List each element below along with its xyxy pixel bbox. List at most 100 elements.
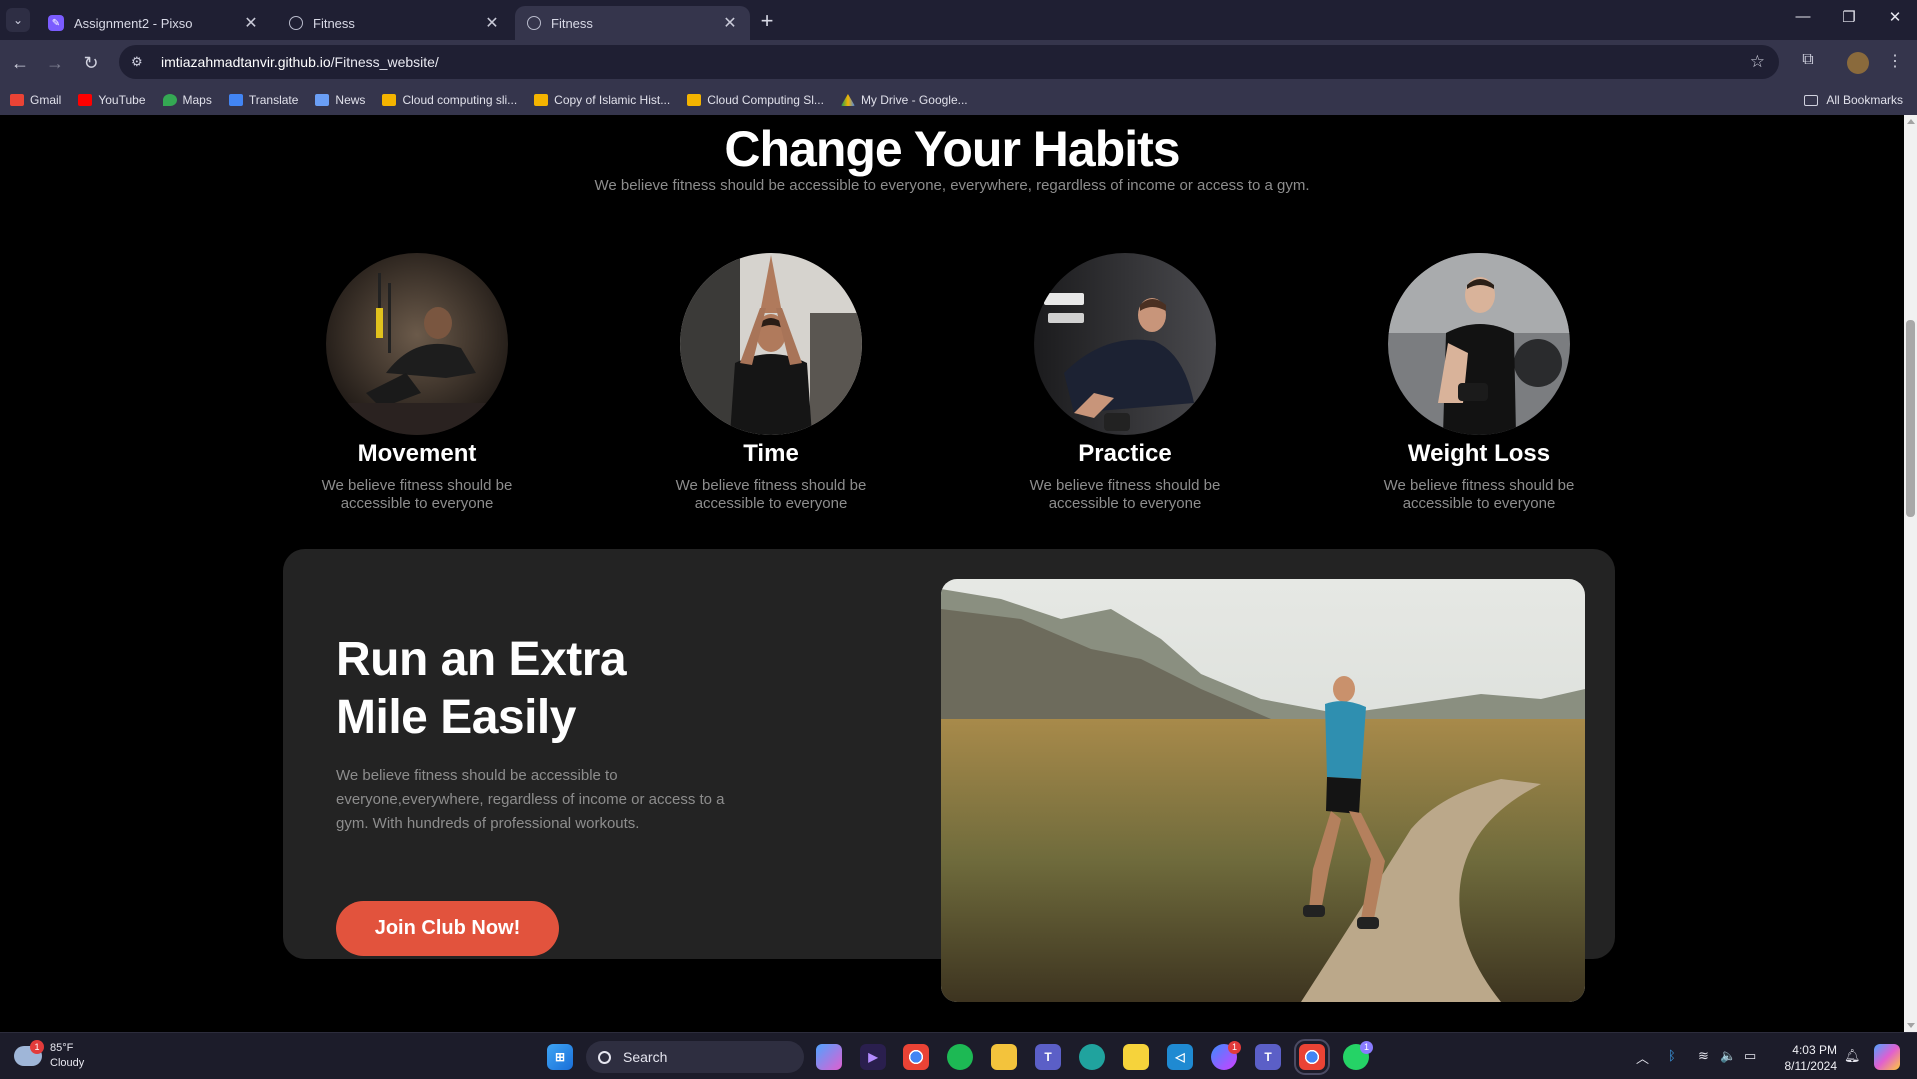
tab-fitness-active[interactable]: Fitness ✕: [515, 6, 750, 40]
url-text: imtiazahmadtanvir.github.io/Fitness_webs…: [161, 54, 439, 70]
chrome-active-icon[interactable]: [1294, 1039, 1330, 1075]
edge-icon[interactable]: [1079, 1044, 1105, 1070]
whatsapp-badge: 1: [1360, 1041, 1373, 1054]
tab-fitness[interactable]: Fitness ✕: [277, 6, 512, 40]
promo-card: Run an Extra Mile Easily We believe fitn…: [283, 549, 1615, 1002]
promo-title-line-2: Mile Easily: [336, 691, 576, 744]
feature-title: Time: [743, 440, 799, 467]
site-info-icon[interactable]: ⚙: [131, 54, 147, 70]
bookmark-star-icon[interactable]: ☆: [1750, 52, 1765, 72]
section-title: Change Your Habits: [724, 121, 1180, 177]
bookmark-translate[interactable]: Translate: [228, 93, 298, 107]
close-icon[interactable]: ✕: [484, 13, 500, 33]
window-close-button[interactable]: ✕: [1872, 8, 1917, 26]
translate-icon: [228, 94, 243, 106]
tab-pixso[interactable]: ✎ Assignment2 - Pixso ✕: [36, 6, 271, 40]
wifi-icon[interactable]: ≋: [1698, 1048, 1709, 1064]
teams-work-icon[interactable]: T: [1255, 1044, 1281, 1070]
chevron-up-icon[interactable]: ︿: [1636, 1048, 1649, 1067]
cloud-icon: 1: [14, 1040, 44, 1066]
page-scrollbar[interactable]: [1904, 115, 1917, 1032]
browser-tab-bar: ⌄ ✎ Assignment2 - Pixso ✕ Fitness ✕ Fitn…: [0, 0, 1917, 40]
close-icon[interactable]: ✕: [243, 13, 259, 33]
join-club-button[interactable]: Join Club Now!: [336, 901, 559, 956]
practice-image: [1034, 253, 1216, 435]
scrollbar-thumb[interactable]: [1906, 320, 1915, 517]
slides-icon: [687, 94, 702, 106]
sticky-notes-icon[interactable]: [1123, 1044, 1149, 1070]
slides-icon: [382, 94, 397, 106]
scroll-up-icon[interactable]: [1907, 119, 1915, 124]
clock-date: 8/11/2024: [1784, 1059, 1838, 1073]
drive-icon: [840, 94, 855, 106]
weight-loss-image: [1388, 253, 1570, 435]
back-icon[interactable]: ←: [8, 51, 32, 75]
section-subtitle: We believe fitness should be accessible …: [594, 177, 1310, 194]
bookmark-cloud-computing-slides[interactable]: Cloud computing sli...: [382, 93, 517, 107]
bookmark-youtube[interactable]: YouTube: [78, 93, 146, 107]
weather-condition: Cloudy: [50, 1057, 85, 1069]
start-icon[interactable]: ⊞: [547, 1044, 573, 1070]
taskbar-search[interactable]: Search: [586, 1041, 804, 1073]
new-tab-button[interactable]: +: [755, 8, 779, 34]
notification-bell-icon[interactable]: 🔔︎: [1844, 1048, 1861, 1064]
feature-description: We believe fitness should be accessible …: [675, 477, 867, 512]
feature-description: We believe fitness should be accessible …: [1383, 477, 1575, 512]
tab-label: Assignment2 - Pixso: [74, 15, 193, 31]
copilot-icon[interactable]: [816, 1044, 842, 1070]
vscode-icon[interactable]: ◁: [1167, 1044, 1193, 1070]
teams-icon[interactable]: T: [1035, 1044, 1061, 1070]
tab-search-button[interactable]: ⌄: [6, 8, 30, 32]
bookmark-news[interactable]: News: [315, 93, 365, 107]
clock-time: 4:03 PM: [1792, 1043, 1837, 1057]
profile-avatar[interactable]: [1847, 52, 1869, 74]
volume-icon[interactable]: 🔈: [1720, 1048, 1736, 1064]
file-explorer-icon[interactable]: [991, 1044, 1017, 1070]
globe-icon: [527, 16, 541, 30]
weather-widget[interactable]: 1 85°F Cloudy: [14, 1040, 85, 1071]
weather-temperature: 85°F: [50, 1042, 74, 1054]
promo-description: We believe fitness should be accessible …: [336, 767, 725, 832]
feature-movement: Movement We believe fitness should be ac…: [292, 253, 542, 513]
slides-icon: [534, 94, 549, 106]
movement-image: [326, 253, 508, 435]
clipchamp-icon[interactable]: ▶: [860, 1044, 886, 1070]
feature-title: Practice: [1078, 440, 1172, 467]
tab-label: Fitness: [313, 15, 355, 31]
scroll-down-icon[interactable]: [1907, 1023, 1915, 1028]
bookmark-maps[interactable]: Maps: [162, 93, 212, 107]
promo-title-line-1: Run an Extra: [336, 633, 627, 686]
close-icon[interactable]: ✕: [722, 13, 738, 33]
forward-icon[interactable]: →: [43, 51, 67, 75]
extensions-icon[interactable]: ⧉: [1796, 51, 1820, 69]
spotify-icon[interactable]: [947, 1044, 973, 1070]
address-bar[interactable]: ⚙ imtiazahmadtanvir.github.io/Fitness_we…: [119, 45, 1779, 79]
copilot-tray-icon[interactable]: [1874, 1044, 1900, 1070]
reload-icon[interactable]: ↻: [79, 51, 103, 75]
battery-icon[interactable]: ▭: [1744, 1048, 1756, 1064]
restore-button[interactable]: ❐: [1826, 8, 1872, 26]
windows-taskbar: 1 85°F Cloudy ⊞ Search ▶ T ◁ 1 T 1 ︿ ᛒ ≋…: [0, 1032, 1917, 1079]
feature-practice: Practice We believe fitness should be ac…: [1000, 253, 1250, 513]
bookmark-cloud-computing-sl[interactable]: Cloud Computing Sl...: [687, 93, 824, 107]
feature-title: Movement: [357, 440, 477, 467]
feature-title: Weight Loss: [1407, 440, 1551, 467]
bookmark-my-drive[interactable]: My Drive - Google...: [840, 93, 968, 107]
bluetooth-icon[interactable]: ᛒ: [1668, 1048, 1676, 1063]
search-label: Search: [623, 1049, 668, 1065]
search-icon: [598, 1050, 611, 1064]
messenger-badge: 1: [1228, 1041, 1241, 1054]
runner-image: [941, 579, 1585, 1002]
bookmark-gmail[interactable]: Gmail: [10, 93, 61, 107]
gmail-icon: [10, 94, 24, 106]
weather-badge: 1: [30, 1040, 44, 1054]
bookmark-islamic-history[interactable]: Copy of Islamic Hist...: [534, 93, 670, 107]
chrome-icon[interactable]: [903, 1044, 929, 1070]
pixso-icon: ✎: [48, 15, 64, 31]
all-bookmarks[interactable]: All Bookmarks: [1804, 93, 1903, 107]
folder-icon: [1804, 94, 1819, 106]
menu-icon[interactable]: ⋮: [1883, 51, 1907, 71]
youtube-icon: [78, 94, 93, 106]
system-clock[interactable]: 4:03 PM 8/11/2024: [1777, 1042, 1838, 1074]
minimize-button[interactable]: —: [1780, 8, 1826, 25]
